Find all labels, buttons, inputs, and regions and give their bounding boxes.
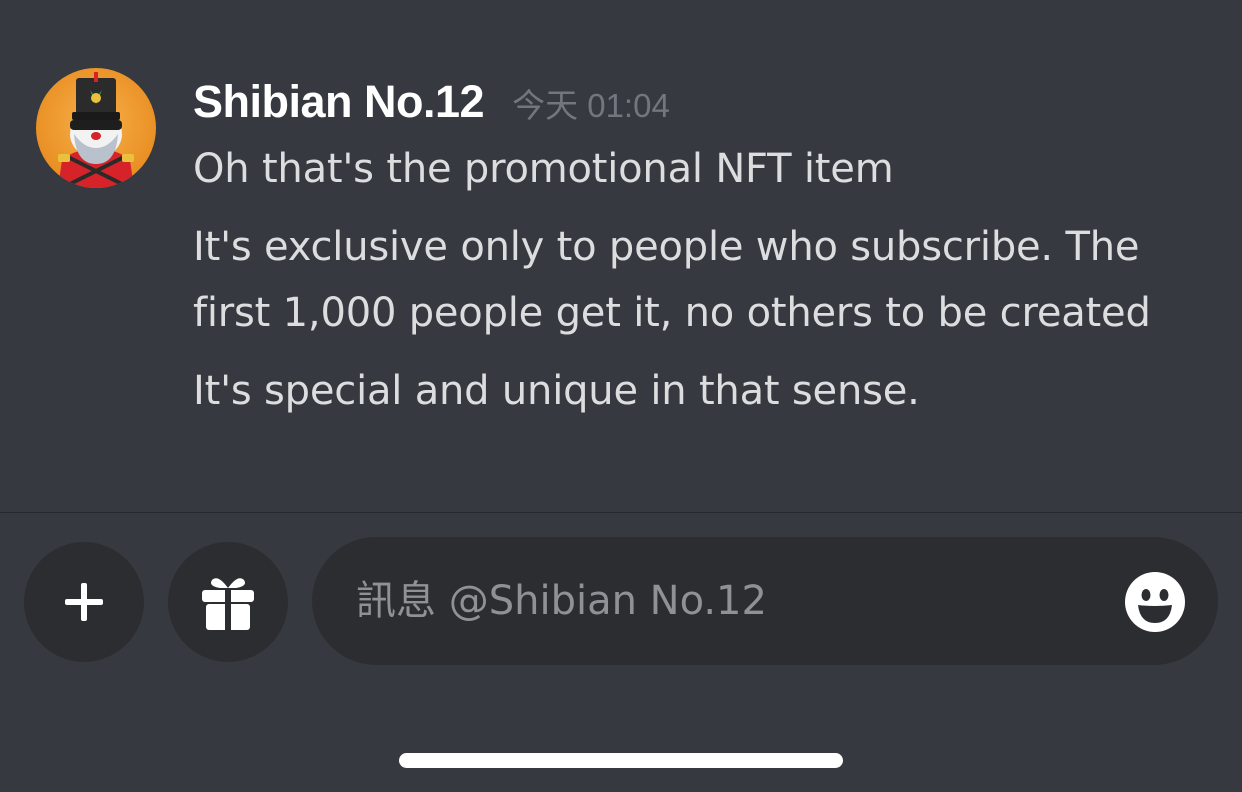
author-name[interactable]: Shibian No.12 [193, 76, 485, 128]
message-input[interactable] [356, 571, 1116, 631]
home-indicator[interactable] [399, 753, 843, 768]
add-attachment-button[interactable] [24, 542, 144, 662]
avatar[interactable] [36, 68, 156, 188]
gift-button[interactable] [168, 542, 288, 662]
message-line: It's special and unique in that sense. [193, 368, 920, 414]
message-line: Oh that's the promotional NFT item [193, 146, 894, 192]
message-header: Shibian No.12 今天 01:04 [193, 76, 670, 132]
message-group: Shibian No.12 今天 01:04 Oh that's the pro… [0, 0, 1242, 512]
dm-chat-screen: Shibian No.12 今天 01:04 Oh that's the pro… [0, 0, 1242, 792]
message-line: It's exclusive only to people who subscr… [193, 224, 1140, 270]
message-timestamp: 今天 01:04 [512, 87, 670, 124]
smiley-emoji-icon [1125, 572, 1185, 632]
composer-divider [0, 512, 1242, 513]
shiba-soldier-avatar-icon [36, 68, 156, 188]
emoji-button[interactable] [1124, 571, 1186, 633]
message-line: first 1,000 people get it, no others to … [193, 290, 1151, 336]
message-composer [312, 537, 1218, 665]
gift-icon [202, 578, 254, 630]
plus-icon [65, 583, 103, 621]
